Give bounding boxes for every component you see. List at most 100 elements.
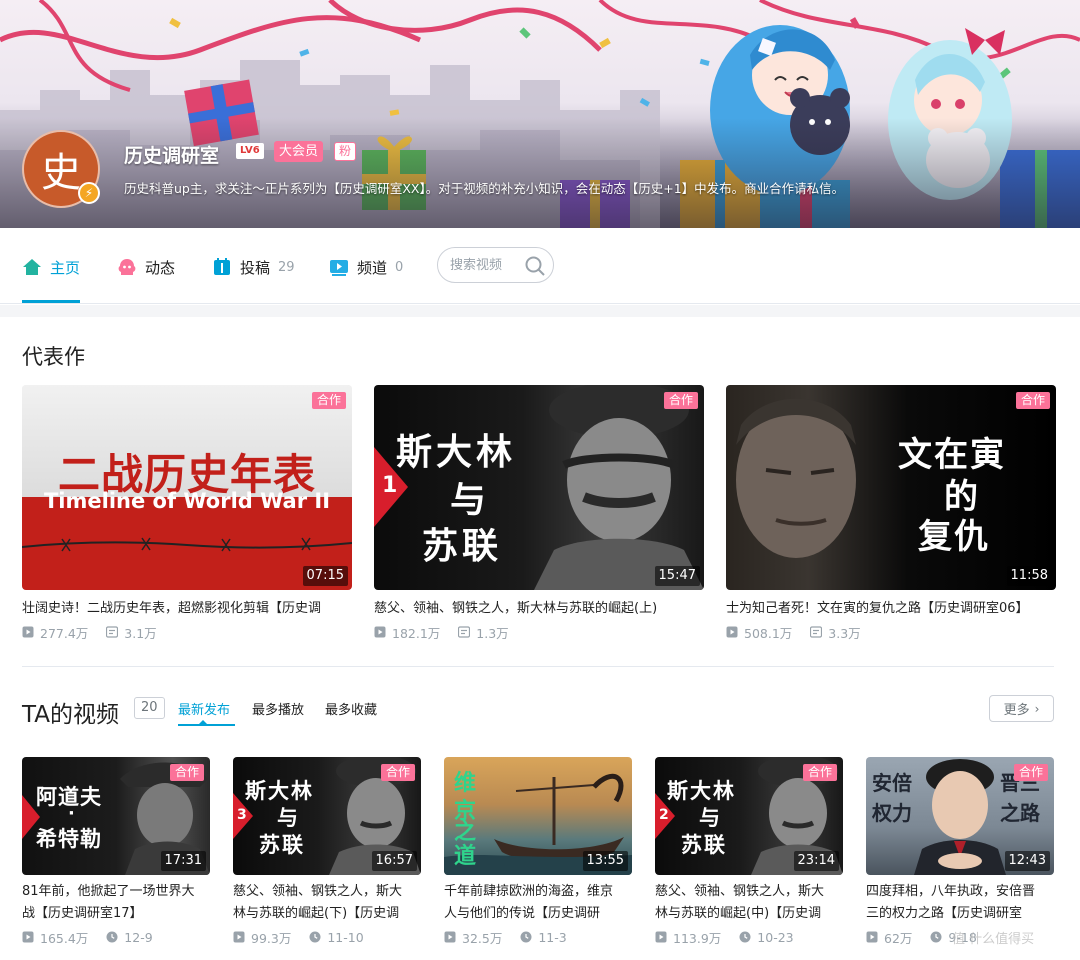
masterpiece-card: 二战历史年表 Timeline of World War II 合作 07:15… [22,385,352,641]
tab-dynamic[interactable]: 动态 [117,256,175,278]
chevron-right-icon: › [1034,701,1040,716]
play-count-icon [22,626,34,638]
danmaku-count: 1.3万 [476,625,509,641]
dynamic-icon [118,259,136,275]
video-stats: 182.1万 1.3万 [374,624,704,641]
section-divider [22,666,1054,667]
thumb-text-1: 斯大林 [396,432,517,473]
play-count-icon [866,931,878,943]
posts-count: 29 [278,259,295,275]
portrait-silhouette [736,398,856,558]
play-count: 113.9万 [673,930,722,946]
thumb-text-1: 斯大林 [245,779,314,803]
part-number: 2 [659,807,669,823]
username: 历史调研室 [124,145,220,167]
tab-home[interactable]: 主页 [22,256,80,278]
coop-tag: 合作 [663,392,698,409]
barbed-wire-icon [22,537,352,552]
publish-date: 10-23 [757,929,794,945]
video-thumbnail[interactable]: 文在寅 的 复仇 合作 11:58 [726,385,1056,590]
sort-tab-most-favorited[interactable]: 最多收藏 [325,699,377,718]
video-stats: 99.3万 11-10 [233,929,421,946]
thumb-text-2: 与 [699,806,720,830]
posts-icon [214,258,230,275]
video-thumbnail[interactable]: 2 斯大林 与 苏联 合作 23:14 [655,757,843,875]
video-title-line2: 战【历史调研室17】 [22,906,143,921]
thumb-text-2: 与 [277,806,298,830]
video-card: 维 京 之道 13:55 千年前肆掠欧洲的海盗，维京 人与他们的传说【历史调研 3… [444,757,632,946]
play-count: 508.1万 [744,625,793,641]
video-stats: 165.4万 12-9 [22,929,210,946]
video-title[interactable]: 千年前肆掠欧洲的海盗，维京 人与他们的传说【历史调研 [444,881,632,925]
danmaku-icon [106,626,119,638]
tab-home-label: 主页 [50,258,81,277]
profile-banner: 史 ⚡ 历史调研室 LV6 大会员 粉 历史科普up主，求关注～正片系列为【历史… [0,0,1080,228]
play-count: 277.4万 [40,625,89,641]
play-count-icon [444,931,456,943]
clock-icon [930,931,942,943]
search-input[interactable] [450,256,522,274]
video-thumbnail[interactable]: 二战历史年表 Timeline of World War II 合作 07:15 [22,385,352,590]
thumb-text-2: · [68,803,75,824]
video-card: 安倍 晋三 权力 之路 合作 12:43 四度拜相，八年执政，安倍晋 三的权力之路… [866,757,1054,946]
space-nav: 主页 动态 投稿 29 频道 0 [0,228,1080,304]
home-icon [23,259,41,275]
video-title-line2: 人与他们的传说【历史调研 [444,906,601,921]
danmaku-count: 3.1万 [124,625,157,641]
more-button[interactable]: 更多 › [989,695,1054,722]
profile-sign: 历史科普up主，求关注～正片系列为【历史调研室XX】。对于视频的补充小知识，会在… [124,181,845,196]
videos-title: TA的视频 [22,702,119,728]
sort-caret-icon [199,720,207,724]
duration: 13:55 [582,851,628,871]
video-title[interactable]: 慈父、领袖、钢铁之人，斯大林与苏联的崛起(上) [374,598,704,620]
vip-badge[interactable]: 大会员 [274,141,324,162]
video-title[interactable]: 慈父、领袖、钢铁之人，斯大 林与苏联的崛起(下)【历史调 [233,881,421,925]
video-title[interactable]: 士为知己者死！文在寅的复仇之路【历史调研室06】 [726,598,1056,620]
video-thumbnail[interactable]: 安倍 晋三 权力 之路 合作 12:43 [866,757,1054,875]
video-title-line2: 林与苏联的崛起(下)【历史调 [233,906,400,921]
thumb-text-3: 权力 [872,801,912,825]
sort-tab-most-played[interactable]: 最多播放 [252,699,304,718]
coop-tag: 合作 [380,764,415,781]
video-title[interactable]: 壮阔史诗！二战历史年表，超燃影视化剪辑【历史调 [22,598,352,620]
sort-tab-latest[interactable]: 最新发布 [178,699,230,718]
play-count: 165.4万 [40,930,89,946]
duration: 17:31 [160,851,206,871]
video-title-line1: 81年前，他掀起了一场世界大 [22,884,195,899]
space-page: 史 ⚡ 历史调研室 LV6 大会员 粉 历史科普up主，求关注～正片系列为【历史… [0,0,1080,960]
video-title[interactable]: 81年前，他掀起了一场世界大 战【历史调研室17】 [22,881,210,925]
video-card: 3 斯大林 与 苏联 合作 16:57 慈父、领袖、钢铁之人，斯大 林与苏联的崛起… [233,757,421,946]
video-stats: 277.4万 3.1万 [22,624,352,641]
thumb-text-4: 之路 [1000,801,1040,825]
masterpiece-card: 文在寅 的 复仇 合作 11:58 士为知己者死！文在寅的复仇之路【历史调研室0… [726,385,1056,641]
tab-posts[interactable]: 投稿 29 [212,256,295,278]
play-count: 182.1万 [392,625,441,641]
avatar[interactable]: 史 ⚡ [22,130,100,208]
thumb-text-3: 苏联 [681,833,727,857]
lightning-badge-icon: ⚡ [78,182,100,204]
play-count-icon [22,931,34,943]
video-title[interactable]: 四度拜相，八年执政，安倍晋 三的权力之路【历史调研室 [866,881,1054,925]
coop-tag: 合作 [1015,392,1050,409]
publish-date: 12-9 [124,929,153,945]
tab-channel[interactable]: 频道 0 [329,256,403,278]
fan-badge[interactable]: 粉 [334,142,357,161]
duration: 07:15 [302,566,348,586]
video-thumbnail[interactable]: 3 斯大林 与 苏联 合作 16:57 [233,757,421,875]
tab-active-indicator [22,300,80,303]
part-number: 3 [237,807,247,823]
thumb-text-sub: Timeline of World War II [43,489,331,513]
channel-count: 0 [395,259,404,275]
video-thumbnail[interactable]: 阿道夫 · 希特勒 合作 17:31 [22,757,210,875]
video-title[interactable]: 慈父、领袖、钢铁之人，斯大 林与苏联的崛起(中)【历史调 [655,881,843,925]
publish-date: 11-10 [327,929,364,945]
video-thumbnail[interactable]: 维 京 之道 13:55 [444,757,632,875]
videos-count: 20 [134,697,165,719]
play-count-icon [233,931,245,943]
duration: 16:57 [371,851,417,871]
video-thumbnail[interactable]: 1 斯大林 与 苏联 合作 15:47 [374,385,704,590]
thumb-text-3: 苏联 [259,833,305,857]
video-title-line2: 林与苏联的崛起(中)【历史调 [655,906,822,921]
search-icon[interactable] [524,255,546,277]
search-box [437,247,554,283]
